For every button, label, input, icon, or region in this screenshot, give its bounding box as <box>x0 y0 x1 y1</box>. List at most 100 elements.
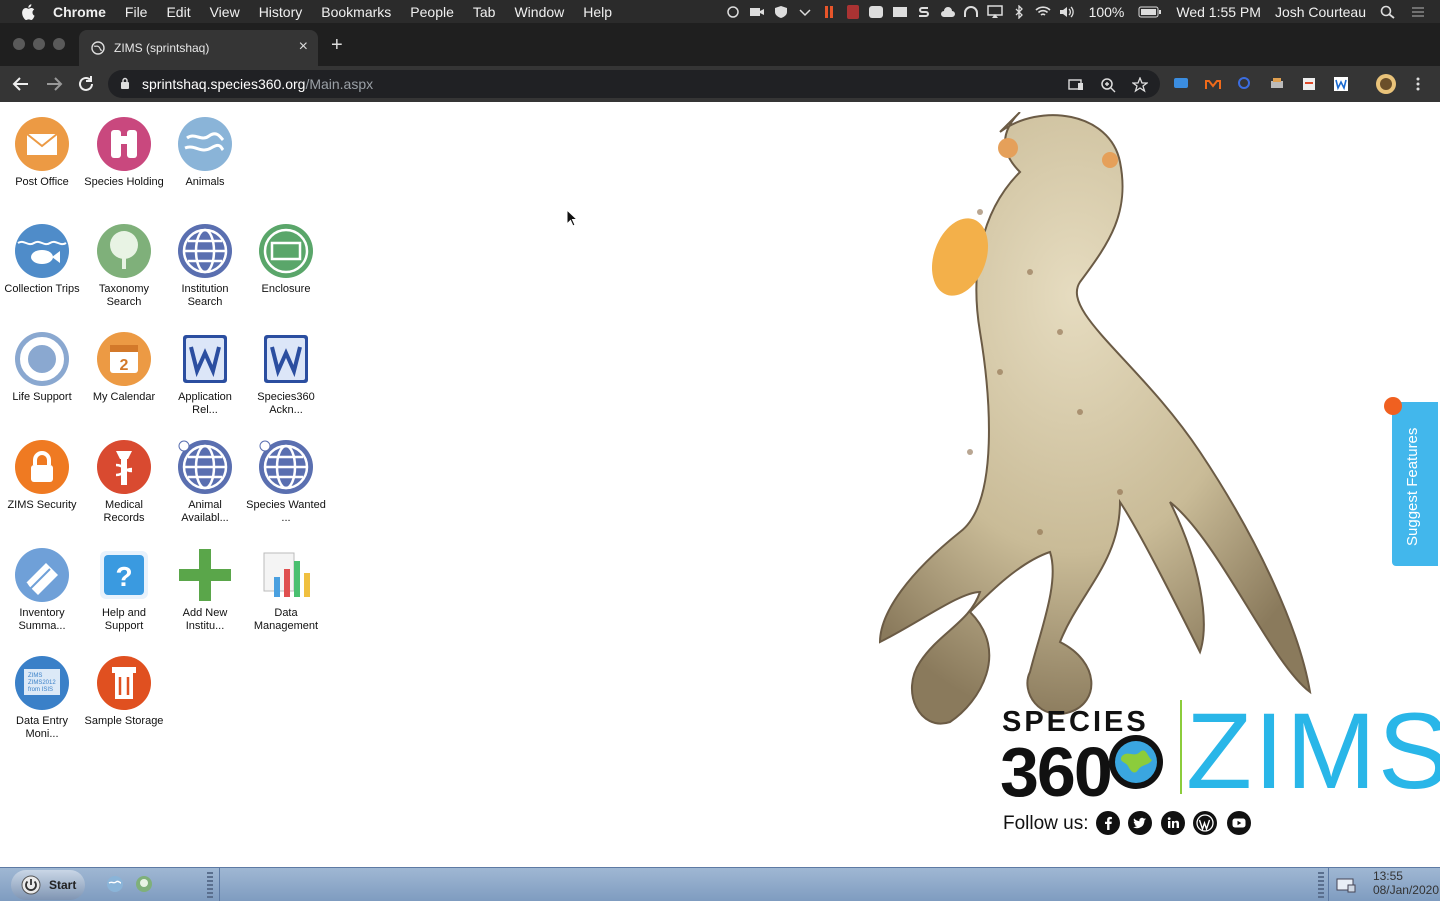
youtube-icon[interactable] <box>1227 811 1251 835</box>
app-medical-records[interactable]: Medical Records <box>84 439 164 525</box>
back-arrow-icon[interactable] <box>10 73 32 95</box>
mac-menubar: Chrome File Edit View History Bookmarks … <box>0 0 1440 23</box>
envelope-icon <box>15 117 69 171</box>
apple-icon[interactable] <box>21 3 35 20</box>
video-icon[interactable] <box>749 5 765 19</box>
app-zims-security[interactable]: ZIMS Security <box>2 439 82 512</box>
tab-close-icon[interactable]: × <box>299 38 308 56</box>
app-institution-search[interactable]: Institution Search <box>165 223 245 309</box>
menu-app-name[interactable]: Chrome <box>53 4 106 20</box>
start-label: Start <box>49 878 77 892</box>
taskbar-clock[interactable]: 13:55 08/Jan/2020 <box>1373 869 1439 897</box>
forward-arrow-icon[interactable] <box>43 73 65 95</box>
record-icon[interactable] <box>845 4 861 19</box>
address-bar[interactable]: sprintshaq.species360.org/Main.aspx <box>108 70 1160 98</box>
app-species360-acknowledgements[interactable]: Species360 Ackn... <box>246 331 326 417</box>
menu-window[interactable]: Window <box>514 4 564 20</box>
chevron-down-icon[interactable] <box>797 5 813 19</box>
window-zoom-button[interactable] <box>53 38 65 50</box>
window-close-button[interactable] <box>13 38 25 50</box>
headphones-icon[interactable] <box>963 5 979 19</box>
menu-history[interactable]: History <box>259 4 303 20</box>
app-species-wanted[interactable]: Species Wanted ... <box>246 439 326 525</box>
spotlight-search-icon[interactable] <box>1380 5 1396 19</box>
monitor-icon: ZIMSZIMS2012from ISIS <box>15 656 69 710</box>
cast-icon[interactable] <box>1068 77 1084 93</box>
pause-icon[interactable] <box>821 5 837 19</box>
zims-desktop: Post Office Species Holding Animals Coll… <box>0 102 1440 867</box>
quicklaunch-taxonomy-icon[interactable] <box>135 875 153 893</box>
speech-icon[interactable] <box>726 5 742 19</box>
menubar-user[interactable]: Josh Courteau <box>1275 4 1366 20</box>
menu-view[interactable]: View <box>210 4 240 20</box>
taskbar-grip[interactable] <box>207 872 213 898</box>
app-sample-storage[interactable]: Sample Storage <box>84 655 164 728</box>
app-enclosure[interactable]: Enclosure <box>246 223 326 296</box>
tray-divider <box>1328 868 1329 901</box>
book-icon <box>15 548 69 602</box>
facebook-icon[interactable] <box>1096 811 1120 835</box>
lock-icon[interactable] <box>120 77 130 90</box>
airplay-icon[interactable] <box>987 4 1003 19</box>
suggest-notification-dot[interactable] <box>1384 397 1402 415</box>
menu-edit[interactable]: Edit <box>166 4 190 20</box>
wifi-icon[interactable] <box>1035 5 1051 19</box>
app-data-management[interactable]: Data Management <box>246 547 326 633</box>
app-post-office[interactable]: Post Office <box>2 116 82 189</box>
w-extension-icon[interactable] <box>1333 76 1349 92</box>
shield-icon[interactable] <box>773 5 789 19</box>
app-inventory-summary[interactable]: Inventory Summa... <box>2 547 82 633</box>
app-add-new-institution[interactable]: Add New Institu... <box>165 547 245 633</box>
app-animals[interactable]: Animals <box>165 116 245 189</box>
linkedin-icon[interactable] <box>1161 811 1185 835</box>
twitter-icon[interactable] <box>1128 811 1152 835</box>
menu-bookmarks[interactable]: Bookmarks <box>321 4 391 20</box>
chat-extension-icon[interactable] <box>1173 76 1189 92</box>
profile-avatar[interactable] <box>1376 74 1396 94</box>
volume-icon[interactable] <box>1059 5 1075 19</box>
search-extension-icon[interactable] <box>1237 76 1253 92</box>
window-icon[interactable] <box>892 5 908 19</box>
reload-icon[interactable] <box>75 73 97 95</box>
battery-icon[interactable] <box>1138 6 1162 18</box>
menu-tab[interactable]: Tab <box>473 4 496 20</box>
suggest-features-tab[interactable]: Suggest Features <box>1392 402 1438 566</box>
url-text[interactable]: sprintshaq.species360.org/Main.aspx <box>142 76 373 92</box>
app-taxonomy-search[interactable]: Taxonomy Search <box>84 223 164 309</box>
bluetooth-icon[interactable] <box>1011 4 1027 19</box>
app-species-holding[interactable]: Species Holding <box>84 116 164 189</box>
s-app-icon[interactable] <box>916 5 932 19</box>
new-tab-button[interactable]: + <box>331 34 343 57</box>
wordpress-icon[interactable] <box>1193 811 1217 835</box>
window-minimize-button[interactable] <box>33 38 45 50</box>
app-application-release[interactable]: Application Rel... <box>165 331 245 417</box>
help-icon: ? <box>100 551 148 599</box>
notification-center-icon[interactable] <box>1410 5 1426 19</box>
app-help-and-support[interactable]: ? Help and Support <box>84 547 164 633</box>
app-data-entry-monitor[interactable]: ZIMS ZIMS2012 from ISIS Data Entry Moni... <box>2 655 82 741</box>
printer-extension-icon[interactable] <box>1269 76 1285 92</box>
app-my-calendar[interactable]: 2 My Calendar <box>84 331 164 404</box>
app-life-support[interactable]: Life Support <box>2 331 82 404</box>
animals-globe-icon <box>178 117 232 171</box>
menu-people[interactable]: People <box>410 4 454 20</box>
m-extension-icon[interactable] <box>1205 76 1221 92</box>
monitor-line-2: ZIMS2012 <box>28 680 56 686</box>
kebab-menu-icon[interactable] <box>1410 76 1426 92</box>
menu-help[interactable]: Help <box>583 4 612 20</box>
menu-file[interactable]: File <box>125 4 148 20</box>
app-collection-trips[interactable]: Collection Trips <box>2 223 82 296</box>
tray-monitor-icon[interactable] <box>1336 877 1356 893</box>
app-animal-availability[interactable]: Animal Availabl... <box>165 439 245 525</box>
menubar-clock[interactable]: Wed 1:55 PM <box>1176 4 1261 20</box>
browser-tab[interactable]: ZIMS (sprintshaq) × <box>79 30 318 66</box>
start-button[interactable]: Start <box>11 870 85 900</box>
zoom-app-icon[interactable] <box>868 5 884 19</box>
zoom-icon[interactable] <box>1100 77 1116 93</box>
chart-icon <box>263 552 310 597</box>
cloud-upload-icon[interactable] <box>940 5 956 19</box>
tray-extension-icon[interactable] <box>1301 76 1317 92</box>
tray-grip[interactable] <box>1318 872 1324 898</box>
quicklaunch-animals-icon[interactable] <box>106 875 124 893</box>
bookmark-star-icon[interactable] <box>1132 77 1148 93</box>
